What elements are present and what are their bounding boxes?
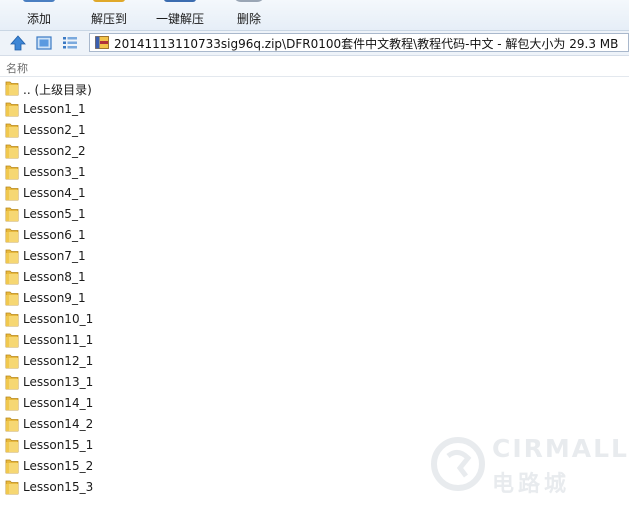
folder-row[interactable]: Lesson5_1 xyxy=(0,204,629,225)
folder-row[interactable]: Lesson12_1 xyxy=(0,351,629,372)
folder-icon xyxy=(5,375,19,390)
watermark-brand-cn: 电路城 xyxy=(492,472,571,497)
folder-row[interactable]: Lesson2_2 xyxy=(0,141,629,162)
folder-label: Lesson2_1 xyxy=(23,123,86,137)
column-header: 名称 xyxy=(0,56,629,77)
folder-label: Lesson4_1 xyxy=(23,186,86,200)
folder-label: Lesson15_1 xyxy=(23,438,94,452)
folder-label: Lesson5_1 xyxy=(23,207,86,221)
folder-icon xyxy=(5,354,19,369)
add-icon xyxy=(23,0,55,2)
thumbnail-view-icon[interactable] xyxy=(36,35,52,51)
folder-icon xyxy=(5,228,19,243)
delete-button-label: 删除 xyxy=(236,12,261,26)
folder-icon xyxy=(5,396,19,411)
folder-label: Lesson12_1 xyxy=(23,354,94,368)
folder-label: Lesson13_1 xyxy=(23,375,94,389)
folder-row[interactable]: Lesson7_1 xyxy=(0,246,629,267)
delete-button[interactable]: 删除 xyxy=(228,0,270,30)
folder-row[interactable]: Lesson2_1 xyxy=(0,120,629,141)
folder-row[interactable]: Lesson3_1 xyxy=(0,162,629,183)
folder-icon xyxy=(5,333,19,348)
folder-row[interactable]: Lesson11_1 xyxy=(0,330,629,351)
folder-label: Lesson6_1 xyxy=(23,228,86,242)
folder-row[interactable]: Lesson4_1 xyxy=(0,183,629,204)
folder-label: Lesson9_1 xyxy=(23,291,86,305)
cirmall-logo-icon xyxy=(431,437,485,491)
folder-label: Lesson14_1 xyxy=(23,396,94,410)
folder-icon xyxy=(5,417,19,432)
folder-label: Lesson1_1 xyxy=(23,102,86,116)
folder-label: Lesson14_2 xyxy=(23,417,94,431)
folder-row[interactable]: Lesson10_1 xyxy=(0,309,629,330)
folder-label: Lesson8_1 xyxy=(23,270,86,284)
folder-icon xyxy=(5,438,19,453)
one-click-extract-button-label: 一键解压 xyxy=(155,12,204,26)
extract-to-icon xyxy=(93,0,125,2)
folder-icon xyxy=(5,81,19,96)
folder-icon xyxy=(5,459,19,474)
folder-icon xyxy=(5,312,19,327)
column-header-name[interactable]: 名称 xyxy=(6,60,28,76)
folder-label: Lesson15_3 xyxy=(23,480,94,494)
delete-icon xyxy=(233,0,265,2)
toolbar: 添加 解压到 一键解压 删除 xyxy=(0,0,629,31)
folder-label: Lesson3_1 xyxy=(23,165,86,179)
folder-label: .. (上级目录) xyxy=(23,83,92,97)
folder-label: Lesson11_1 xyxy=(23,333,94,347)
extract-to-button-label: 解压到 xyxy=(90,12,127,26)
folder-icon xyxy=(5,102,19,117)
archive-icon xyxy=(95,36,109,49)
folder-icon xyxy=(5,165,19,180)
details-view-icon[interactable] xyxy=(62,35,78,51)
folder-row[interactable]: Lesson13_1 xyxy=(0,372,629,393)
add-button-label: 添加 xyxy=(26,12,51,26)
address-field[interactable]: 20141113110733sig96q.zip\DFR0100套件中文教程\教… xyxy=(89,33,629,52)
address-bar-row: 20141113110733sig96q.zip\DFR0100套件中文教程\教… xyxy=(0,31,629,56)
address-path-text: 20141113110733sig96q.zip\DFR0100套件中文教程\教… xyxy=(114,37,619,51)
folder-row[interactable]: Lesson14_1 xyxy=(0,393,629,414)
extract-to-button[interactable]: 解压到 xyxy=(84,0,134,30)
folder-row[interactable]: Lesson6_1 xyxy=(0,225,629,246)
folder-icon xyxy=(5,123,19,138)
watermark-brand: CIRMALL xyxy=(492,434,629,463)
add-button[interactable]: 添加 xyxy=(18,0,60,30)
one-click-extract-icon xyxy=(164,0,196,2)
folder-icon xyxy=(5,144,19,159)
folder-row[interactable]: Lesson8_1 xyxy=(0,267,629,288)
parent-directory-row[interactable]: .. (上级目录) xyxy=(0,78,629,99)
folder-icon xyxy=(5,207,19,222)
folder-icon xyxy=(5,291,19,306)
folder-label: Lesson15_2 xyxy=(23,459,94,473)
folder-label: Lesson7_1 xyxy=(23,249,86,263)
folder-row[interactable]: Lesson1_1 xyxy=(0,99,629,120)
one-click-extract-button[interactable]: 一键解压 xyxy=(150,0,210,30)
folder-icon xyxy=(5,270,19,285)
folder-label: Lesson10_1 xyxy=(23,312,94,326)
folder-row[interactable]: Lesson9_1 xyxy=(0,288,629,309)
folder-icon xyxy=(5,480,19,495)
folder-icon xyxy=(5,249,19,264)
cirmall-watermark: CIRMALL 电路城 xyxy=(430,432,627,497)
folder-label: Lesson2_2 xyxy=(23,144,86,158)
up-arrow-icon[interactable] xyxy=(10,35,26,51)
folder-icon xyxy=(5,186,19,201)
